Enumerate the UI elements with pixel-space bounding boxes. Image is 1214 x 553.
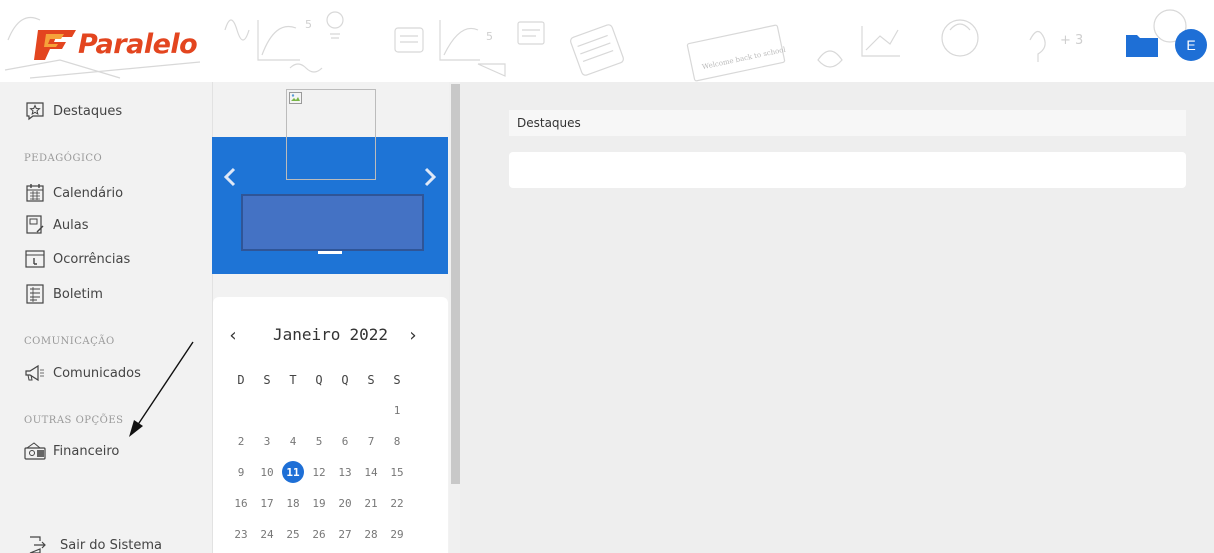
calendar-day[interactable]: 29	[386, 523, 408, 545]
report-card-icon	[24, 283, 46, 305]
calendar-day[interactable]: 25	[282, 523, 304, 545]
calendar-day[interactable]: 26	[308, 523, 330, 545]
calendar-day[interactable]: 28	[360, 523, 382, 545]
calendar-month: Janeiro	[273, 325, 341, 344]
sidebar-item-aulas[interactable]: Aulas	[24, 212, 88, 238]
calendar-weekday: T	[289, 373, 297, 387]
page-title: Destaques	[517, 116, 581, 130]
calendar-day[interactable]: 13	[334, 461, 356, 483]
content-card	[509, 152, 1186, 188]
calendar-day[interactable]: 3	[256, 430, 278, 452]
sidebar-item-financeiro[interactable]: Financeiro	[24, 438, 119, 464]
sidebar-item-label: Comunicados	[53, 365, 141, 381]
brand-name: Paralelo	[78, 28, 198, 60]
sidebar-item-boletim[interactable]: Boletim	[24, 281, 103, 307]
wallet-icon	[24, 440, 46, 462]
calendar-weekday: S	[263, 373, 271, 387]
calendar-day[interactable]: 22	[386, 492, 408, 514]
calendar-weekday: S	[367, 373, 375, 387]
sidebar-item-label: Financeiro	[53, 443, 120, 459]
megaphone-icon	[24, 362, 46, 384]
svg-text:5: 5	[486, 30, 493, 43]
calendar-day[interactable]: 17	[256, 492, 278, 514]
calendar-day-selected[interactable]: 11	[282, 461, 304, 483]
sidebar-item-ocorrencias[interactable]: Ocorrências	[24, 246, 130, 272]
calendar-day[interactable]: 14	[360, 461, 382, 483]
sidebar-item-label: Boletim	[53, 286, 103, 302]
calendar-year: 2022	[349, 325, 388, 344]
broken-image-icon	[289, 92, 302, 104]
calendar-day[interactable]: 24	[256, 523, 278, 545]
sidebar-item-comunicados[interactable]: Comunicados	[24, 360, 141, 386]
folder-icon[interactable]	[1125, 32, 1159, 58]
calendar-day[interactable]: 2	[230, 430, 252, 452]
calendar-day[interactable]: 16	[230, 492, 252, 514]
calendar-day[interactable]: 20	[334, 492, 356, 514]
user-avatar[interactable]: E	[1175, 29, 1207, 61]
sidebar-item-label: Aulas	[53, 217, 89, 233]
sidebar-item-label: Ocorrências	[53, 251, 131, 267]
sidebar-item-label: Destaques	[53, 103, 123, 119]
sidebar-item-label: Calendário	[53, 185, 124, 201]
calendar-day[interactable]: 4	[282, 430, 304, 452]
carousel-next-icon[interactable]	[422, 166, 438, 188]
scrollbar-thumb[interactable]	[451, 84, 460, 484]
calendar-day[interactable]: 5	[308, 430, 330, 452]
calendar-day[interactable]: 15	[386, 461, 408, 483]
calendar-header: ‹ Janeiro 2022 ›	[223, 322, 433, 348]
calendar-weekday: D	[237, 373, 245, 387]
occurrence-icon	[24, 248, 46, 270]
lesson-icon	[24, 214, 46, 236]
calendar-day[interactable]: 23	[230, 523, 252, 545]
calendar-day[interactable]: 21	[360, 492, 382, 514]
calendar-day[interactable]: 9	[230, 461, 252, 483]
calendar-day[interactable]: 27	[334, 523, 356, 545]
calendar-day[interactable]: 8	[386, 430, 408, 452]
header: 5 5 Welcome back to school + 3 Paralelo …	[0, 0, 1214, 82]
calendar-weekday: Q	[341, 373, 349, 387]
calendar-prev-month-icon[interactable]: ‹	[223, 322, 243, 348]
calendar-title: Janeiro 2022	[273, 325, 388, 344]
carousel-slide[interactable]	[241, 194, 424, 251]
section-title-pedagogico: PEDAGÓGICO	[24, 153, 103, 164]
section-title-comunicacao: COMUNICAÇÃO	[24, 336, 115, 347]
calendar-day[interactable]: 19	[308, 492, 330, 514]
brand-logo[interactable]: Paralelo	[30, 22, 200, 66]
calendar-weekday: Q	[315, 373, 323, 387]
calendar-day[interactable]: 1	[386, 399, 408, 421]
content-title-bar	[509, 110, 1186, 136]
logout-icon	[26, 534, 48, 553]
svg-text:5: 5	[305, 18, 312, 31]
calendar-day[interactable]: 10	[256, 461, 278, 483]
svg-text:Welcome back to school: Welcome back to school	[701, 46, 787, 72]
calendar-weekday: S	[393, 373, 401, 387]
section-title-outras-opcoes: OUTRAS OPÇÕES	[24, 415, 124, 426]
calendar-next-month-icon[interactable]: ›	[403, 322, 423, 348]
sidebar-item-destaques[interactable]: Destaques	[24, 98, 122, 124]
svg-text:+ 3: + 3	[1060, 33, 1083, 48]
calendar-day[interactable]: 18	[282, 492, 304, 514]
sidebar-item-label: Sair do Sistema	[60, 537, 163, 553]
carousel-indicator[interactable]	[318, 251, 342, 254]
sidebar-item-calendario[interactable]: Calendário	[24, 180, 123, 206]
calendar-day[interactable]: 12	[308, 461, 330, 483]
calendar-day[interactable]: 6	[334, 430, 356, 452]
paralelo-logo-icon	[34, 30, 76, 60]
calendar-day[interactable]: 7	[360, 430, 382, 452]
calendar-icon	[24, 182, 46, 204]
carousel-prev-icon[interactable]	[222, 166, 238, 188]
star-speech-icon	[24, 100, 46, 122]
sidebar-item-sair[interactable]: Sair do Sistema	[26, 532, 162, 553]
